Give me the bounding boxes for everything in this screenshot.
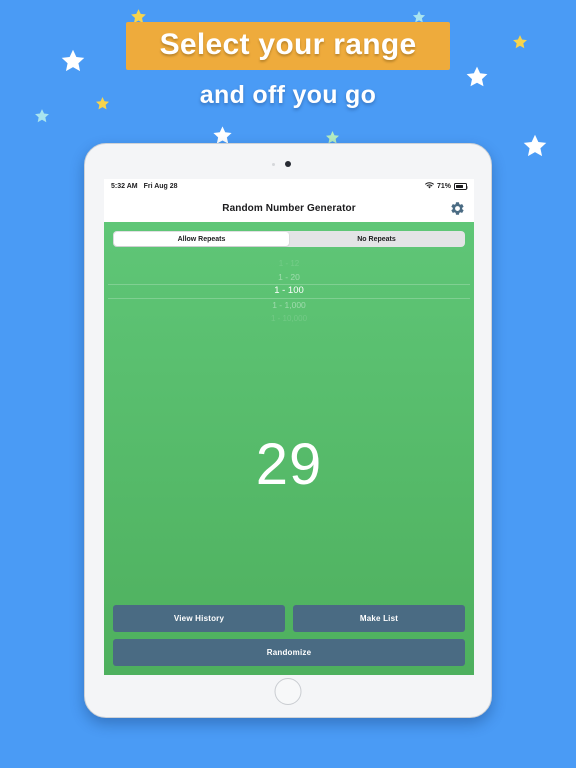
tablet-device-frame: 5:32 AM Fri Aug 28 71% Random Number Gen… xyxy=(84,143,492,718)
home-button[interactable] xyxy=(274,678,302,705)
picker-row-selected[interactable]: 1 - 100 xyxy=(104,284,474,298)
app-content-area: Allow Repeats No Repeats 1 - 12 1 - 20 1… xyxy=(104,222,474,675)
promo-banner: Select your range xyxy=(125,22,451,70)
repeats-segmented-control[interactable]: Allow Repeats No Repeats xyxy=(113,231,465,247)
promo-subtitle: and off you go xyxy=(199,80,377,109)
ambient-sensor-icon xyxy=(272,163,275,166)
picker-row[interactable]: 1 - 20 xyxy=(104,271,474,285)
page-title: Random Number Generator xyxy=(222,202,356,214)
wifi-icon xyxy=(424,182,434,191)
picker-row[interactable]: 1 - 1,000 xyxy=(104,298,474,312)
picker-selection-line-top xyxy=(108,284,470,285)
picker-selection-line-bottom xyxy=(108,298,470,299)
status-bar: 5:32 AM Fri Aug 28 71% xyxy=(104,179,474,194)
segment-allow-repeats[interactable]: Allow Repeats xyxy=(114,232,289,246)
action-button-row: View History Make List xyxy=(113,605,465,632)
generated-number: 29 xyxy=(255,432,323,497)
status-bar-right: 71% xyxy=(424,182,469,191)
app-screen: 5:32 AM Fri Aug 28 71% Random Number Gen… xyxy=(104,179,474,675)
star-white-far-right-icon xyxy=(522,133,548,164)
make-list-button[interactable]: Make List xyxy=(293,605,465,632)
navigation-bar: Random Number Generator xyxy=(104,194,474,222)
battery-icon xyxy=(454,183,469,190)
gear-icon[interactable] xyxy=(448,199,466,217)
picker-row[interactable]: 1 - 10,000 xyxy=(104,311,474,325)
view-history-button[interactable]: View History xyxy=(113,605,285,632)
picker-row[interactable]: 1 - 12 xyxy=(104,257,474,271)
status-time: 5:32 AM xyxy=(111,183,138,190)
promo-banner-text: Select your range xyxy=(159,28,417,61)
status-date: Fri Aug 28 xyxy=(143,183,178,190)
promo-headline: Select your range and off you go xyxy=(0,0,576,109)
range-picker-wheel[interactable]: 1 - 12 1 - 20 1 - 100 1 - 1,000 1 - 10,0… xyxy=(104,257,474,325)
randomize-button[interactable]: Randomize xyxy=(113,639,465,666)
status-bar-left: 5:32 AM Fri Aug 28 xyxy=(111,183,178,190)
action-button-area: View History Make List Randomize xyxy=(104,605,474,675)
front-camera-icon xyxy=(285,161,291,167)
segment-no-repeats[interactable]: No Repeats xyxy=(289,232,464,246)
battery-percent-label: 71% xyxy=(436,183,451,190)
result-area: 29 xyxy=(104,325,474,605)
star-cyan-left-lower-icon xyxy=(34,108,50,129)
